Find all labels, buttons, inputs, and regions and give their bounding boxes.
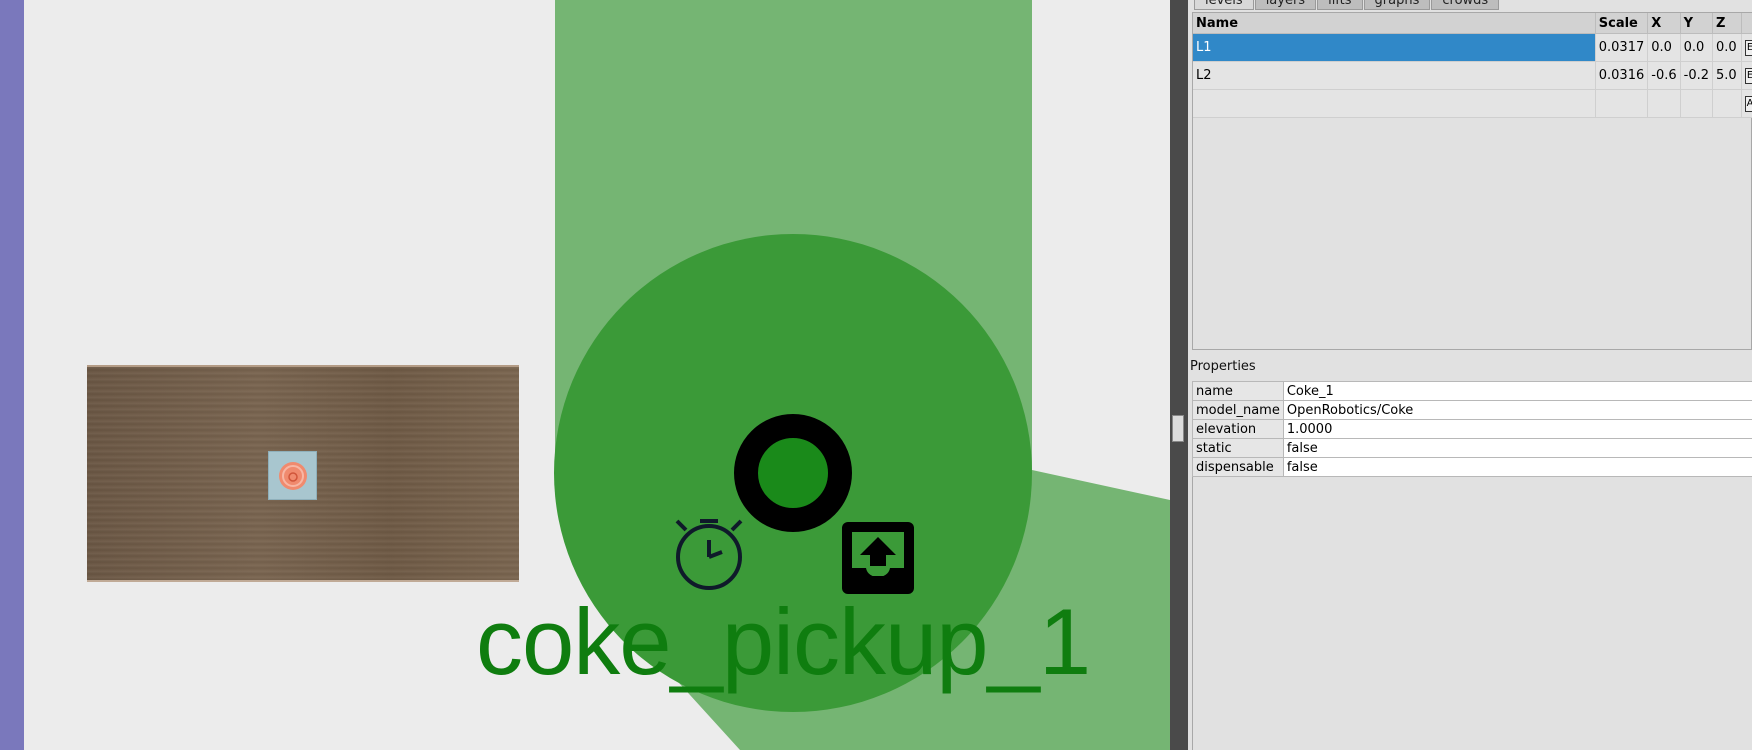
level-x-cell[interactable]: -0.6 — [1647, 61, 1681, 90]
coke-model[interactable] — [268, 451, 317, 500]
level-z-cell[interactable]: 5.0 — [1712, 61, 1742, 90]
levels-table-container: Name Scale X Y Z L1 0.0317 0.0 0.0 0.0 E — [1192, 12, 1752, 350]
column-header-z[interactable]: Z — [1712, 13, 1742, 34]
tab-levels[interactable]: levels — [1194, 0, 1254, 10]
property-key: dispensable — [1192, 457, 1284, 477]
level-scale-cell[interactable] — [1595, 89, 1649, 118]
table-row[interactable]: L1 0.0317 0.0 0.0 0.0 E — [1193, 33, 1752, 62]
level-z-cell[interactable]: 0.0 — [1712, 33, 1742, 62]
level-action-cell: A — [1741, 89, 1752, 118]
level-y-cell[interactable] — [1680, 89, 1714, 118]
level-x-cell[interactable]: 0.0 — [1647, 33, 1681, 62]
level-action-cell: E — [1741, 61, 1752, 90]
level-scale-cell[interactable]: 0.0316 — [1595, 61, 1649, 90]
level-action-cell: E — [1741, 33, 1752, 62]
edit-level-button[interactable]: E — [1744, 67, 1752, 84]
splitter-handle[interactable] — [1172, 415, 1184, 442]
tab-lifts[interactable]: lifts — [1317, 0, 1363, 10]
panel-splitter[interactable] — [1170, 0, 1188, 750]
property-value-field[interactable]: false — [1282, 438, 1752, 458]
coke-can-icon — [278, 461, 307, 490]
level-x-cell[interactable] — [1647, 89, 1681, 118]
properties-table: name Coke_1 model_name OpenRobotics/Coke… — [1192, 381, 1752, 477]
level-y-cell[interactable]: 0.0 — [1680, 33, 1714, 62]
level-z-cell[interactable] — [1712, 89, 1742, 118]
column-header-name[interactable]: Name — [1193, 13, 1596, 34]
column-header-x[interactable]: X — [1647, 13, 1681, 34]
properties-title: Properties — [1190, 359, 1256, 374]
levels-header-row: Name Scale X Y Z — [1193, 13, 1752, 34]
tab-bar: levels layers lifts graphs crowds — [1194, 0, 1500, 10]
ring-icon — [734, 414, 852, 532]
left-edge-strip — [0, 0, 24, 750]
property-key: elevation — [1192, 419, 1284, 439]
property-value-field[interactable]: 1.0000 — [1282, 419, 1752, 439]
side-panel: levels layers lifts graphs crowds Name S… — [1188, 0, 1752, 750]
tab-graphs[interactable]: graphs — [1363, 0, 1431, 10]
map-canvas[interactable]: coke_pickup_1 — [0, 0, 1170, 750]
dispenser-icon — [842, 522, 914, 594]
property-value-field[interactable]: false — [1282, 457, 1752, 477]
property-row: dispensable false — [1192, 457, 1752, 477]
level-y-cell[interactable]: -0.2 — [1680, 61, 1714, 90]
property-row: elevation 1.0000 — [1192, 419, 1752, 439]
property-row: name Coke_1 — [1192, 381, 1752, 401]
vertex-label: coke_pickup_1 — [476, 589, 1091, 694]
level-name-cell[interactable]: L2 — [1193, 61, 1596, 90]
property-row: static false — [1192, 438, 1752, 458]
tab-layers[interactable]: layers — [1254, 0, 1317, 10]
table-row[interactable]: L2 0.0316 -0.6 -0.2 5.0 E — [1193, 61, 1752, 90]
level-scale-cell[interactable]: 0.0317 — [1595, 33, 1649, 62]
column-header-scale[interactable]: Scale — [1595, 13, 1649, 34]
table-row[interactable]: A — [1193, 89, 1752, 118]
add-level-button[interactable]: A — [1744, 95, 1752, 112]
property-key: static — [1192, 438, 1284, 458]
column-header-action — [1741, 13, 1752, 34]
tab-crowds[interactable]: crowds — [1431, 0, 1500, 10]
level-name-cell[interactable]: L1 — [1193, 33, 1596, 62]
level-name-cell[interactable] — [1193, 89, 1596, 118]
levels-table: Name Scale X Y Z L1 0.0317 0.0 0.0 0.0 E — [1193, 13, 1752, 118]
column-header-y[interactable]: Y — [1680, 13, 1714, 34]
property-key: model_name — [1192, 400, 1284, 420]
property-key: name — [1192, 381, 1284, 401]
property-value-field[interactable]: Coke_1 — [1282, 381, 1752, 401]
edit-level-button[interactable]: E — [1744, 39, 1752, 56]
property-row: model_name OpenRobotics/Coke — [1192, 400, 1752, 420]
property-value-field[interactable]: OpenRobotics/Coke — [1282, 400, 1752, 420]
